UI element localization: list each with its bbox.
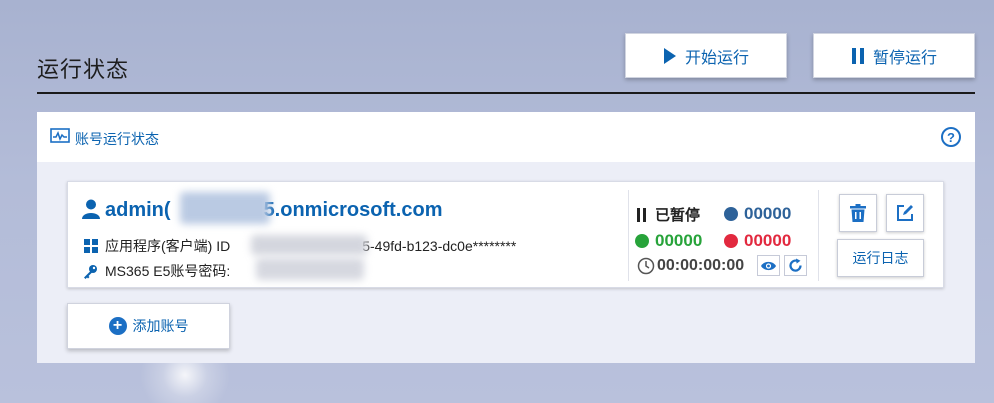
account-email-prefix: admin( (105, 199, 171, 221)
account-status-panel: 账号运行状态 ? admin( 5.onmicrosoft.com 应用程序(客户… (37, 112, 975, 363)
account-card: admin( 5.onmicrosoft.com 应用程序(客户端) ID 5-4… (67, 181, 944, 288)
count-red-value: 00000 (744, 231, 792, 250)
user-icon (82, 199, 100, 224)
red-dot-icon (724, 234, 738, 248)
clock-icon (637, 257, 655, 275)
count-green: 00000 (635, 231, 702, 251)
divider (628, 190, 629, 281)
account-email-suffix: 5.onmicrosoft.com (263, 199, 443, 221)
pause-button[interactable]: 暂停运行 (813, 33, 975, 78)
app-id-value: 5-49fd-b123-dc0e******** (362, 238, 517, 254)
count-green-value: 00000 (655, 231, 703, 250)
help-icon[interactable]: ? (941, 127, 961, 147)
plus-icon: + (108, 317, 127, 335)
add-account-label: 添加账号 (132, 318, 189, 334)
redaction-mask (256, 258, 364, 280)
count-red: 00000 (724, 231, 791, 251)
app-id-label: 应用程序(客户端) ID (105, 238, 231, 254)
run-status: 已暂停 (637, 204, 700, 225)
panel-title: 账号运行状态 (75, 131, 159, 147)
account-email: admin( 5.onmicrosoft.com (105, 199, 442, 222)
view-button[interactable] (757, 255, 780, 276)
count-blue-value: 00000 (744, 204, 792, 223)
run-timer-value: 00:00:00:00 (657, 257, 745, 274)
pause-icon (851, 47, 865, 65)
key-icon (83, 264, 98, 279)
add-account-button[interactable]: + 添加账号 (67, 303, 230, 349)
page-title: 运行状态 (37, 57, 130, 82)
refresh-icon (788, 258, 803, 273)
pause-button-label: 暂停运行 (872, 49, 937, 67)
windows-icon (83, 239, 98, 253)
run-log-button[interactable]: 运行日志 (837, 239, 924, 277)
activity-monitor-icon (50, 128, 70, 149)
run-status-text: 已暂停 (655, 207, 701, 224)
count-blue: 00000 (724, 204, 791, 224)
trash-icon (850, 204, 866, 222)
edit-button[interactable] (886, 194, 924, 232)
delete-button[interactable] (839, 194, 877, 232)
title-divider (37, 92, 975, 94)
green-dot-icon (635, 234, 649, 248)
redaction-mask (251, 235, 367, 255)
blue-dot-icon (724, 207, 738, 221)
eye-icon (760, 260, 777, 272)
paused-icon (637, 207, 647, 222)
panel-header: 账号运行状态 ? (37, 112, 975, 162)
divider (818, 190, 819, 281)
password-label: MS365 E5账号密码: (105, 263, 231, 279)
start-button[interactable]: 开始运行 (625, 33, 787, 78)
redaction-mask (180, 192, 270, 224)
refresh-button[interactable] (784, 255, 807, 276)
run-timer: 00:00:00:00 (637, 257, 744, 275)
start-button-label: 开始运行 (684, 49, 749, 67)
edit-icon (896, 204, 914, 222)
password-row: MS365 E5账号密码: (83, 261, 230, 281)
play-icon (663, 47, 677, 65)
